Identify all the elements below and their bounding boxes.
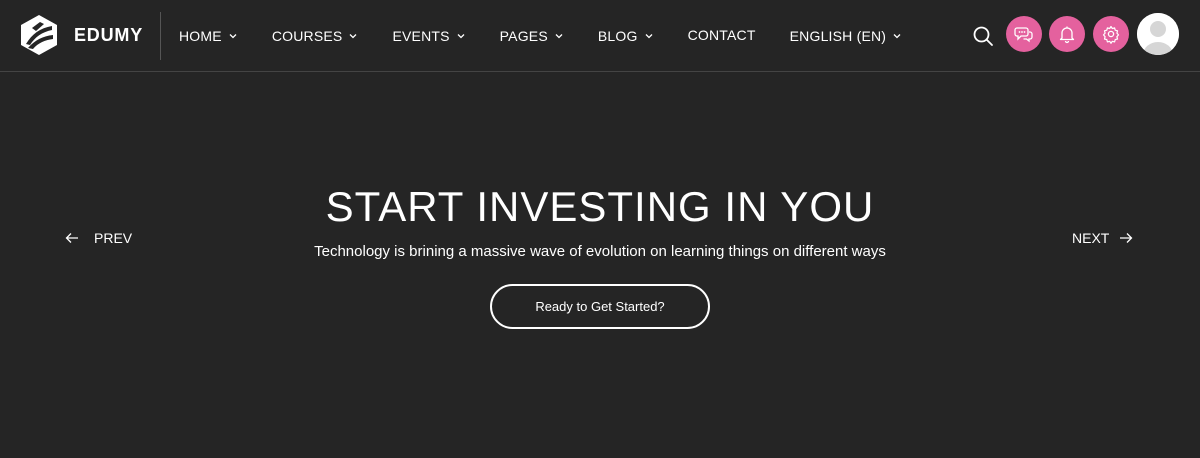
user-avatar-icon <box>1137 13 1179 55</box>
language-selector[interactable]: ENGLISH (EN) <box>790 28 903 44</box>
hero-title: START INVESTING IN YOU <box>325 183 875 230</box>
chevron-down-icon <box>555 34 563 39</box>
nav-item-events[interactable]: EVENTS <box>392 28 465 44</box>
chevron-down-icon <box>457 34 465 39</box>
hero-subtitle: Technology is brining a massive wave of … <box>314 243 886 260</box>
nav-item-pages[interactable]: PAGES <box>500 28 564 44</box>
site-header: EDUMY HOME COURSES EVENTS PAGES BLOG CON… <box>0 0 1200 72</box>
messages-button[interactable] <box>1006 16 1042 52</box>
notification-bell-icon <box>1059 26 1075 44</box>
brand-logo[interactable]: EDUMY <box>18 13 143 57</box>
nav-item-label: CONTACT <box>687 26 756 43</box>
nav-item-label: PAGES <box>499 28 548 44</box>
nav-item-label: COURSES <box>271 28 343 44</box>
get-started-button[interactable]: Ready to Get Started? <box>490 284 710 329</box>
nav-item-home[interactable]: HOME <box>179 28 238 44</box>
search-icon <box>973 26 993 46</box>
header-divider <box>160 12 161 60</box>
chevron-down-icon <box>349 34 357 39</box>
next-label: NEXT <box>1072 230 1110 246</box>
language-label: ENGLISH (EN) <box>789 28 887 44</box>
main-nav: HOME COURSES EVENTS PAGES BLOG CONTACT E… <box>179 0 936 72</box>
search-button[interactable] <box>970 23 996 49</box>
arrow-right-icon <box>1120 233 1133 243</box>
chevron-down-icon <box>893 34 901 39</box>
nav-item-label: HOME <box>179 28 222 44</box>
chevron-down-icon <box>229 34 237 39</box>
settings-gear-icon <box>1102 25 1120 44</box>
nav-item-blog[interactable]: BLOG <box>598 28 654 44</box>
nav-item-contact[interactable]: CONTACT <box>688 27 756 43</box>
chevron-down-icon <box>645 34 653 39</box>
nav-item-label: EVENTS <box>392 28 450 44</box>
brand-name: EDUMY <box>74 24 144 45</box>
chat-icon <box>1014 27 1033 43</box>
nav-item-label: BLOG <box>597 28 638 44</box>
nav-item-courses[interactable]: COURSES <box>272 28 359 44</box>
notifications-button[interactable] <box>1049 16 1085 52</box>
settings-button[interactable] <box>1093 16 1129 52</box>
edumy-logo-icon <box>21 15 57 55</box>
user-avatar[interactable] <box>1137 13 1179 55</box>
next-slide-button[interactable]: NEXT <box>1072 230 1133 246</box>
